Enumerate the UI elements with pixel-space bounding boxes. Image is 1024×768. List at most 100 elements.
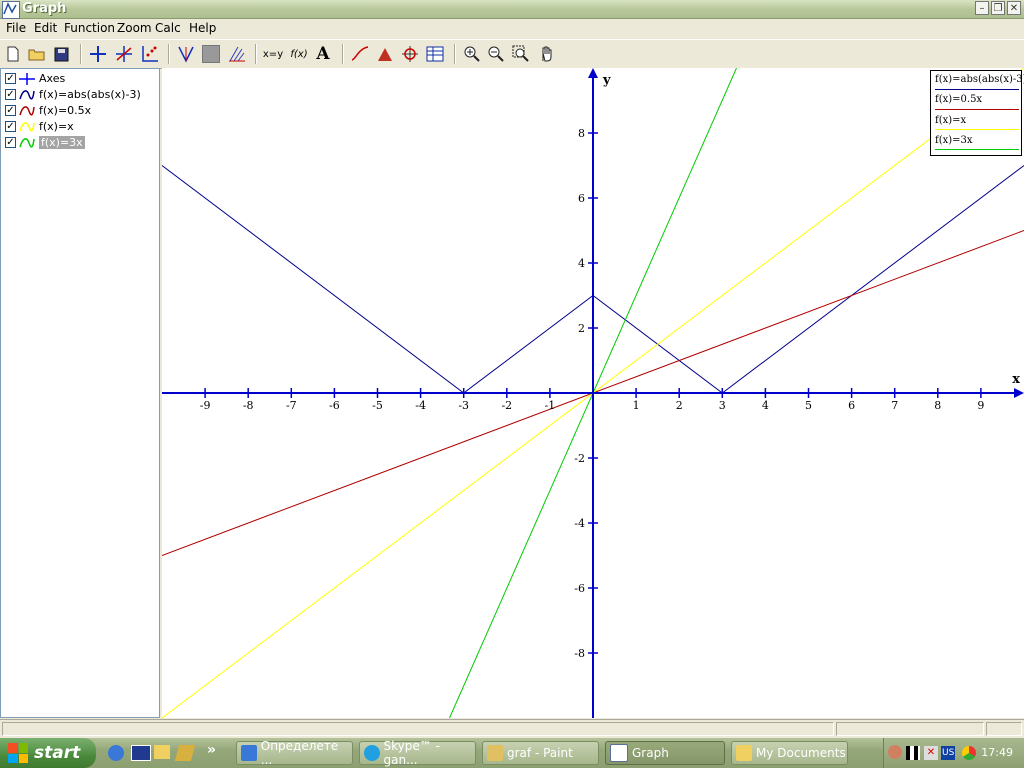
function-item-axes[interactable]: ✓ Axes xyxy=(5,71,65,86)
function-checkbox[interactable]: ✓ xyxy=(5,137,16,148)
curve-icon xyxy=(19,89,35,99)
insert-point-series-icon[interactable] xyxy=(140,44,160,64)
text-label-icon[interactable]: A xyxy=(313,44,333,64)
menu-file[interactable]: File xyxy=(6,21,26,35)
task-button-paint[interactable]: graf - Paint xyxy=(482,741,599,765)
area-icon[interactable] xyxy=(375,44,395,64)
notes-icon[interactable] xyxy=(174,745,196,761)
task-label: Graph xyxy=(632,746,669,760)
y-tick-label: 6 xyxy=(578,192,585,205)
x-tick-label: -7 xyxy=(286,399,297,412)
function-list-panel: ✓ Axes ✓ f(x)=abs(abs(x)-3) ✓ f(x)=0.5x … xyxy=(0,68,160,718)
graph-app-icon[interactable] xyxy=(2,1,20,19)
menu-edit[interactable]: Edit xyxy=(34,21,57,35)
y-tick-label: 2 xyxy=(578,322,585,335)
relation-icon[interactable] xyxy=(400,44,420,64)
x-tick-label: -4 xyxy=(415,399,426,412)
paint-icon xyxy=(487,745,503,761)
task-button-my-documents[interactable]: My Documents xyxy=(731,741,848,765)
insert-function-icon[interactable] xyxy=(114,44,134,64)
x-tick-label: 3 xyxy=(719,399,726,412)
x-tick-label: -5 xyxy=(372,399,383,412)
function-item-half-x[interactable]: ✓ f(x)=0.5x xyxy=(5,103,91,118)
y-tick-label: -4 xyxy=(574,517,585,530)
save-icon[interactable] xyxy=(51,44,71,64)
legend-label: f(x)=0.5x xyxy=(935,94,983,105)
zoom-square-icon[interactable] xyxy=(511,44,531,64)
english-flag-icon[interactable] xyxy=(131,745,151,761)
function-checkbox[interactable]: ✓ xyxy=(5,89,16,100)
y-tick-label: -6 xyxy=(574,582,585,595)
x-tick-label: -1 xyxy=(545,399,556,412)
windows-logo-icon xyxy=(8,743,28,763)
curve-icon xyxy=(19,105,35,115)
clock: 17:49 xyxy=(981,746,1013,759)
chrome-icon[interactable] xyxy=(962,746,976,760)
open-folder-icon[interactable] xyxy=(27,44,47,64)
internet-explorer-icon xyxy=(241,745,257,761)
y-axis-arrow-icon xyxy=(588,68,598,78)
table-icon[interactable] xyxy=(425,44,445,64)
folder-icon xyxy=(736,745,752,761)
task-button-document[interactable]: Определете ... xyxy=(236,739,353,767)
task-button-skype[interactable]: Skype™ - gan... xyxy=(359,739,476,767)
graph-legend[interactable]: f(x)=abs(abs(x)-3) f(x)=0.5x f(x)=x f(x)… xyxy=(930,70,1024,156)
close-button[interactable]: ✕ xyxy=(1007,1,1021,15)
menu-zoom[interactable]: Zoom xyxy=(117,21,152,35)
legend-swatch xyxy=(935,149,1019,150)
x-tick-label: 2 xyxy=(676,399,683,412)
function-item-x[interactable]: ✓ f(x)=x xyxy=(5,119,74,134)
x-tick-label: 4 xyxy=(762,399,769,412)
menu-function[interactable]: Function xyxy=(64,21,115,35)
function-item-abs[interactable]: ✓ f(x)=abs(abs(x)-3) xyxy=(5,87,141,102)
x-tick-label: 7 xyxy=(891,399,898,412)
minimize-button[interactable]: – xyxy=(975,1,989,15)
graph-canvas[interactable]: -9 -8 -7 -6 -5 -4 -3 -2 -1 1 2 3 4 5 6 7 8 9 -8 -6 -4 -2 2 4 6 8 x… xyxy=(161,67,1024,719)
restore-button[interactable]: ❐ xyxy=(991,1,1005,15)
function-checkbox[interactable]: ✓ xyxy=(5,121,16,132)
menu-help[interactable]: Help xyxy=(189,21,216,35)
skype-icon xyxy=(364,745,380,761)
x-tick-label: 5 xyxy=(805,399,812,412)
status-cell xyxy=(986,722,1022,736)
function-item-3x[interactable]: ✓ f(x)=3x xyxy=(5,135,85,150)
x-tick-label: -3 xyxy=(458,399,469,412)
menu-calc[interactable]: Calc xyxy=(155,21,181,35)
axes-icon[interactable] xyxy=(88,44,108,64)
x-tick-label: -8 xyxy=(243,399,254,412)
x-axis-label: x xyxy=(1012,372,1020,387)
x-tick-label: 6 xyxy=(848,399,855,412)
legend-label: f(x)=x xyxy=(935,115,967,126)
tangent-icon[interactable] xyxy=(176,44,196,64)
xy-evaluate-icon[interactable]: x=y xyxy=(263,44,283,64)
new-file-icon[interactable] xyxy=(3,44,23,64)
x-tick-label: -6 xyxy=(329,399,340,412)
trendline-icon[interactable] xyxy=(350,44,370,64)
tray-app-icon[interactable] xyxy=(906,746,920,760)
task-button-graph[interactable]: Graph xyxy=(605,741,725,765)
shading-icon[interactable] xyxy=(201,44,221,64)
pan-hand-icon[interactable] xyxy=(537,44,557,64)
plot-svg[interactable]: -9 -8 -7 -6 -5 -4 -3 -2 -1 1 2 3 4 5 6 7 8 9 -8 -6 -4 -2 2 4 6 8 x… xyxy=(161,67,1024,719)
folder-icon[interactable] xyxy=(154,745,170,759)
task-label: Skype™ - gan... xyxy=(383,739,440,767)
y-tick-label: -2 xyxy=(574,452,585,465)
zoom-in-icon[interactable] xyxy=(462,44,482,64)
tray-chevron-icon[interactable] xyxy=(888,745,902,759)
zoom-out-icon[interactable] xyxy=(486,44,506,64)
start-button[interactable]: start xyxy=(0,738,96,768)
language-indicator[interactable]: US xyxy=(941,746,956,760)
status-cell xyxy=(836,722,984,736)
fx-evaluate-icon[interactable]: f(x) xyxy=(289,44,309,64)
function-label-selected: f(x)=3x xyxy=(39,136,85,149)
start-label: start xyxy=(34,743,81,763)
quicklaunch-chevron-icon[interactable]: » xyxy=(207,742,216,758)
internet-explorer-icon[interactable] xyxy=(108,745,124,761)
toolbar: x=y f(x) A xyxy=(0,39,1024,69)
hatch-shading-icon[interactable] xyxy=(227,44,247,64)
function-checkbox[interactable]: ✓ xyxy=(5,73,16,84)
function-checkbox[interactable]: ✓ xyxy=(5,105,16,116)
legend-label: f(x)=3x xyxy=(935,135,973,146)
x-tick-label: 8 xyxy=(934,399,941,412)
network-disconnected-icon[interactable]: ✕ xyxy=(924,746,938,760)
